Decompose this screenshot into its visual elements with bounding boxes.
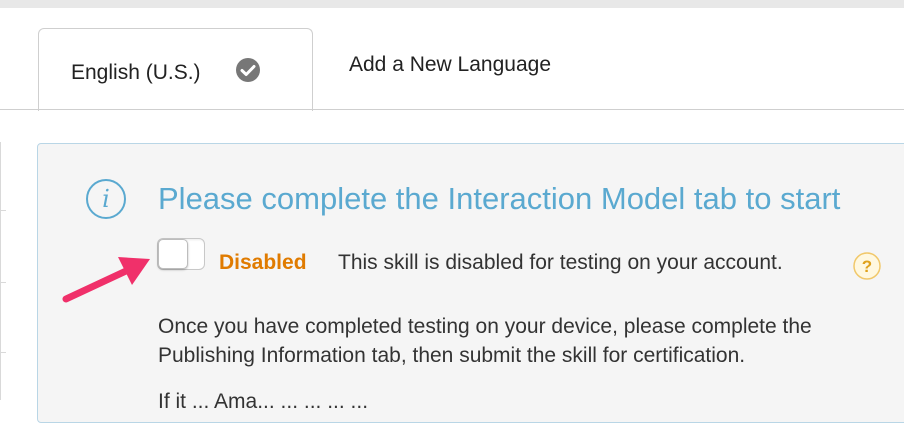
sidebar-divider — [0, 352, 6, 353]
tab-add-language[interactable]: Add a New Language — [349, 53, 551, 77]
instruction-paragraph: Once you have completed testing on your … — [158, 312, 904, 370]
question-mark-icon[interactable]: ? — [852, 251, 882, 281]
cut-off-paragraph: If it ... Ama... ... ... ... ... — [158, 390, 369, 413]
top-bar — [0, 0, 904, 8]
status-description: This skill is disabled for testing on yo… — [338, 251, 783, 274]
svg-text:i: i — [102, 185, 110, 213]
check-circle-icon — [236, 58, 260, 82]
tab-english-us[interactable]: English (U.S.) — [38, 28, 313, 111]
testing-toggle[interactable] — [157, 238, 205, 270]
tab-divider — [0, 109, 904, 110]
tab-label: English (U.S.) — [71, 61, 201, 84]
instruction-line: Once you have completed testing on your … — [158, 315, 812, 338]
instruction-line: Publishing Information tab, then submit … — [158, 344, 746, 367]
status-label: Disabled — [219, 251, 307, 274]
sidebar-divider — [0, 282, 6, 283]
sidebar-divider — [0, 210, 6, 211]
sidebar-edge — [0, 142, 1, 400]
svg-text:?: ? — [862, 257, 872, 276]
pointer-arrow-icon — [62, 257, 150, 303]
panel-heading: Please complete the Interaction Model ta… — [158, 181, 841, 216]
toggle-knob — [158, 239, 188, 269]
info-icon: i — [86, 179, 126, 219]
